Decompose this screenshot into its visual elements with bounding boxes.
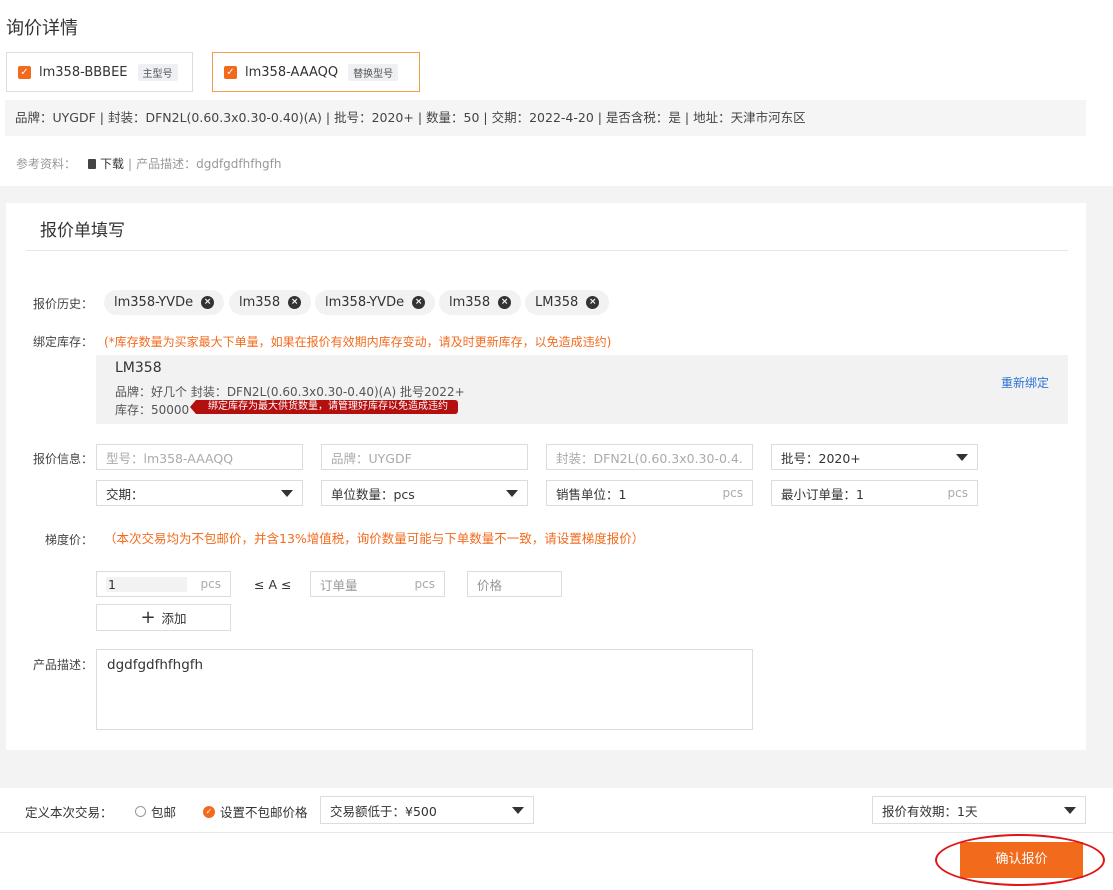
model-field[interactable]: 型号：lm358-AAAQQ <box>96 444 303 470</box>
moq-suffix: pcs <box>947 486 968 500</box>
add-tier-button[interactable]: + 添加 <box>96 604 231 631</box>
history-chip[interactable]: LM358 × <box>525 290 610 315</box>
batch-select[interactable]: 批号：2020+ <box>771 444 978 470</box>
chevron-down-icon <box>506 489 518 497</box>
footer-divider <box>0 832 1113 833</box>
quote-info-label: 报价信息： <box>33 452 94 466</box>
plus-icon: + <box>140 606 156 628</box>
radio-checked-icon: ✓ <box>203 805 215 818</box>
history-chip[interactable]: lm358-YVDe × <box>104 290 225 315</box>
inquiry-info-bar: 品牌：UYGDF | 封装：DFN2L(0.60.3x0.30-0.40)(A)… <box>5 100 1086 136</box>
reference-row: 参考资料： 下载 | 产品描述：dgdfgdfhfhgfh <box>16 155 282 172</box>
package-field-value: 封装：DFN2L(0.60.3x0.30-0.4... <box>556 450 743 466</box>
history-label: 报价历史： <box>33 297 94 311</box>
stock-name: LM358 <box>115 360 162 376</box>
threshold-value: 交易额低于：¥500 <box>330 803 437 819</box>
product-description-ref: 产品描述：dgdfgdfhfhgfh <box>136 157 282 171</box>
close-icon[interactable]: × <box>498 296 512 309</box>
delivery-select-value: 交期： <box>106 486 144 502</box>
rebind-link[interactable]: 重新绑定 <box>1001 374 1049 391</box>
chevron-down-icon <box>956 453 968 461</box>
sale-unit-input[interactable]: 销售单位：1 pcs <box>546 480 753 506</box>
stock-detail: 品牌：好几个 封装：DFN2L(0.60.3x0.30-0.40)(A) 批号2… <box>115 385 465 399</box>
validity-value: 报价有效期：1天 <box>882 803 978 819</box>
stock-quantity: 库存：50000 <box>115 403 190 417</box>
history-chip-label: LM358 <box>535 295 579 310</box>
separator: | <box>128 156 133 171</box>
product-desc-label: 产品描述： <box>33 658 94 672</box>
model-tag: 替换型号 <box>348 63 399 81</box>
sale-unit-value: 销售单位：1 <box>556 486 627 502</box>
order-qty-unit: pcs <box>414 577 435 591</box>
history-chip-label: lm358-YVDe <box>114 295 194 310</box>
history-chip-label: lm358 <box>449 295 491 310</box>
tier-min-input[interactable]: 1 pcs <box>96 571 231 597</box>
history-chip[interactable]: lm358-YVDe × <box>315 290 436 315</box>
radio-set-label: 设置不包邮价格 <box>220 805 308 820</box>
model-card-alt[interactable]: ✓ lm358-AAAQQ 替换型号 <box>212 52 420 92</box>
unit-qty-select[interactable]: 单位数量：pcs <box>321 480 528 506</box>
close-icon[interactable]: × <box>288 296 302 309</box>
batch-select-value: 批号：2020+ <box>781 450 861 466</box>
radio-empty-icon <box>135 806 146 817</box>
chevron-down-icon <box>512 806 524 814</box>
checkbox-checked-icon[interactable]: ✓ <box>224 65 237 79</box>
price-placeholder: 价格 <box>477 577 503 593</box>
model-tag: 主型号 <box>137 63 178 81</box>
delivery-select[interactable]: 交期： <box>96 480 303 506</box>
divider <box>26 250 1068 251</box>
model-field-value: 型号：lm358-AAAQQ <box>106 450 234 466</box>
order-qty-placeholder: 订单量 <box>320 577 358 593</box>
download-label: 下载 <box>100 157 125 171</box>
stock-label: 绑定库存： <box>33 335 94 349</box>
history-chip[interactable]: lm358 × <box>229 290 312 315</box>
moq-input[interactable]: 最小订单量：1 pcs <box>771 480 978 506</box>
download-link[interactable]: 下载 <box>88 155 124 172</box>
model-name: lm358-AAAQQ <box>245 64 339 80</box>
page-title: 询价详情 <box>6 18 78 39</box>
chevron-down-icon <box>281 489 293 497</box>
tier-min-value: 1 <box>106 576 187 592</box>
order-qty-input[interactable]: 订单量 pcs <box>310 571 445 597</box>
package-field[interactable]: 封装：DFN2L(0.60.3x0.30-0.4... <box>546 444 753 470</box>
model-name: lm358-BBBEE <box>39 64 128 80</box>
checkbox-checked-icon[interactable]: ✓ <box>18 65 31 79</box>
tier-min-unit: pcs <box>200 577 221 591</box>
close-icon[interactable]: × <box>201 296 215 309</box>
stock-tip: 绑定库存为最大供货数量，请管理好库存以免造成违约 <box>190 400 458 414</box>
tier-note: （本次交易均为不包邮价，并含13%增值税，询价数量可能与下单数量不一致，请设置梯… <box>104 531 645 546</box>
history-chip-label: lm358 <box>239 295 281 310</box>
model-card-main[interactable]: ✓ lm358-BBBEE 主型号 <box>6 52 193 92</box>
define-label: 定义本次交易： <box>25 805 113 820</box>
stock-warning: (*库存数量为买家最大下单量，如果在报价有效期内库存变动，请及时更新库存，以免造… <box>104 335 612 349</box>
price-input[interactable]: 价格 <box>467 571 562 597</box>
close-icon[interactable]: × <box>586 296 600 309</box>
radio-free-shipping[interactable]: 包邮 <box>135 802 176 821</box>
add-tier-label: 添加 <box>161 611 187 626</box>
highlight-annotation <box>935 834 1105 886</box>
form-title: 报价单填写 <box>40 221 125 241</box>
reference-label: 参考资料： <box>16 157 77 171</box>
history-chip[interactable]: lm358 × <box>439 290 522 315</box>
document-icon <box>88 158 97 169</box>
product-desc-textarea[interactable]: dgdfgdfhfhgfh <box>96 649 753 730</box>
tier-label: 梯度价： <box>45 533 94 547</box>
range-symbol: ≤ A ≤ <box>254 577 292 592</box>
radio-free-label: 包邮 <box>151 805 177 820</box>
brand-field[interactable]: 品牌：UYGDF <box>321 444 528 470</box>
history-chip-label: lm358-YVDe <box>325 295 405 310</box>
radio-set-price[interactable]: ✓ 设置不包邮价格 <box>203 802 308 821</box>
close-icon[interactable]: × <box>412 296 426 309</box>
moq-value: 最小订单量：1 <box>781 486 864 502</box>
validity-select[interactable]: 报价有效期：1天 <box>872 796 1086 824</box>
unit-qty-select-value: 单位数量：pcs <box>331 486 415 502</box>
sale-unit-suffix: pcs <box>722 486 743 500</box>
threshold-select[interactable]: 交易额低于：¥500 <box>320 796 534 824</box>
chevron-down-icon <box>1064 806 1076 814</box>
brand-field-value: 品牌：UYGDF <box>331 450 412 466</box>
